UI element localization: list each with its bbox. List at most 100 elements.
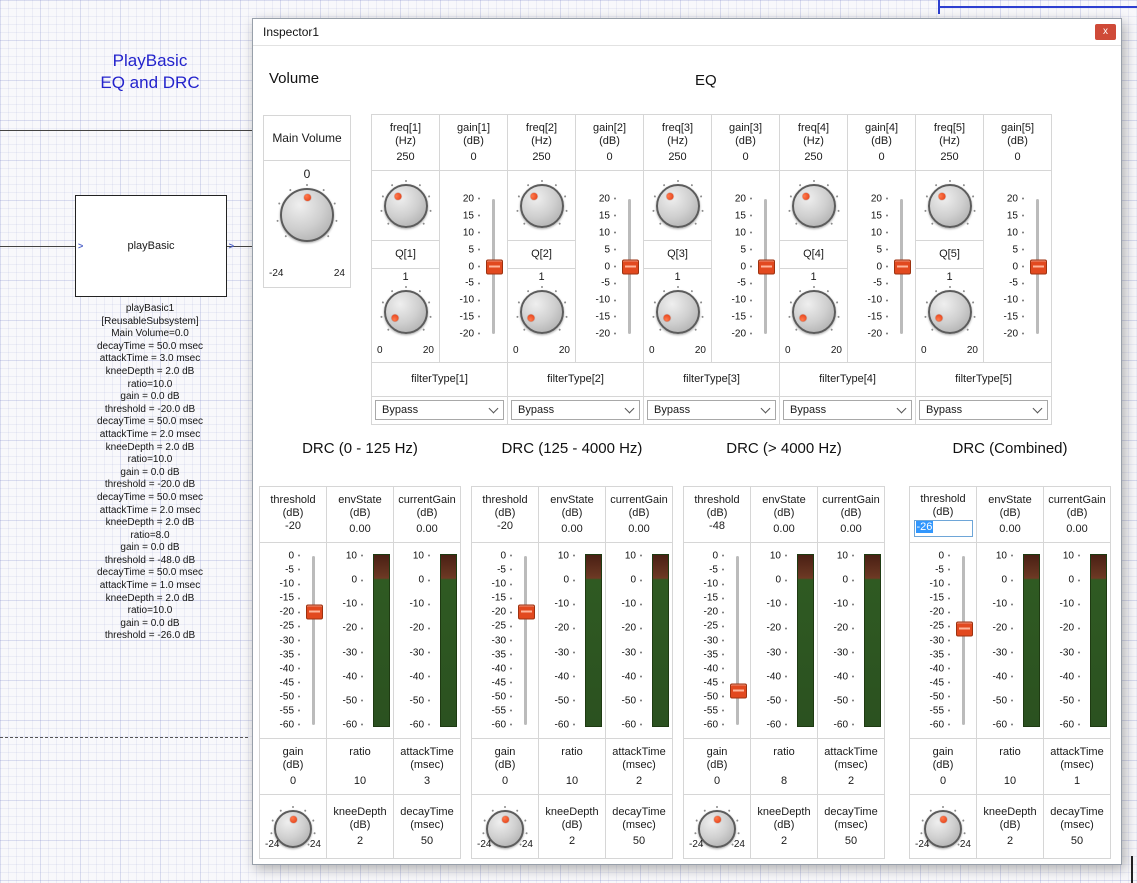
tick-label: -60: [818, 720, 854, 731]
gain-value[interactable]: 0: [878, 151, 884, 164]
slider-handle[interactable]: [622, 259, 639, 274]
slider-handle[interactable]: [956, 622, 973, 637]
tick-label: -10: [984, 295, 1024, 306]
ratio-value[interactable]: 10: [566, 775, 578, 788]
attacktime-value[interactable]: 1: [1074, 775, 1080, 788]
freq-knob[interactable]: [379, 179, 433, 233]
drc-threshold-column: threshold (dB) -20 0-5-10-15-20-25-30-35…: [260, 487, 327, 859]
ratio-value[interactable]: 10: [1004, 775, 1016, 788]
tick-label: -15: [472, 593, 512, 604]
gain-value[interactable]: 0: [714, 775, 720, 788]
gain-value[interactable]: 0: [290, 775, 296, 788]
threshold-slider[interactable]: 0-5-10-15-20-25-30-35-40-45-50-55-60: [684, 543, 750, 738]
threshold-value[interactable]: -48: [709, 520, 725, 532]
close-button[interactable]: x: [1095, 24, 1116, 40]
envstate-meter-cell: 100-10-20-30-40-50-60: [327, 543, 394, 739]
filtertype-dropdown[interactable]: Bypass: [647, 400, 776, 420]
freq-knob[interactable]: [651, 179, 705, 233]
decaytime-value[interactable]: 50: [845, 835, 857, 848]
tick-label: -10: [818, 599, 854, 610]
gain-knob-max-label: 24: [960, 839, 971, 850]
q-knob[interactable]: [923, 285, 977, 339]
q-knob[interactable]: [651, 285, 705, 339]
slider-handle[interactable]: [894, 259, 911, 274]
filtertype-dropdown[interactable]: Bypass: [511, 400, 640, 420]
threshold-header-cell: threshold (dB) -48: [684, 487, 751, 543]
gain-slider[interactable]: 20151050-5-10-15-20: [848, 171, 915, 362]
freq-value[interactable]: 250: [804, 151, 822, 164]
playbasic-block[interactable]: > playBasic >: [75, 195, 227, 297]
ratio-value[interactable]: 8: [781, 775, 787, 788]
drc-table: threshold (dB) -20 0-5-10-15-20-25-30-35…: [471, 486, 673, 859]
slider-track[interactable]: [524, 556, 527, 725]
attacktime-label: attackTime: [1050, 746, 1103, 759]
freq-value[interactable]: 250: [668, 151, 686, 164]
freq-value[interactable]: 250: [532, 151, 550, 164]
threshold-value-field[interactable]: -48: [709, 520, 725, 535]
slider-handle[interactable]: [306, 605, 323, 620]
gain-knob-max-label: 24: [734, 839, 745, 850]
meter-bar: [652, 554, 669, 727]
slider-handle[interactable]: [758, 259, 775, 274]
main-volume-knob[interactable]: [275, 183, 339, 247]
gain-label: gain[4]: [865, 122, 898, 135]
slider-track[interactable]: [312, 556, 315, 725]
kneedepth-cell: kneeDepth (dB) 2: [751, 795, 818, 859]
freq-value[interactable]: 250: [396, 151, 414, 164]
q-knob[interactable]: [787, 285, 841, 339]
gain-slider[interactable]: 20151050-5-10-15-20: [984, 171, 1051, 362]
freq-value[interactable]: 250: [940, 151, 958, 164]
threshold-header-cell: threshold (dB) -20: [472, 487, 539, 543]
kneedepth-unit: (dB): [1000, 819, 1021, 832]
freq-knob[interactable]: [515, 179, 569, 233]
slider-track[interactable]: [736, 556, 739, 725]
threshold-value[interactable]: -20: [285, 520, 301, 532]
threshold-value[interactable]: -20: [497, 520, 513, 532]
gain-value[interactable]: 0: [470, 151, 476, 164]
gain-value[interactable]: 0: [940, 775, 946, 788]
decaytime-value[interactable]: 50: [1071, 835, 1083, 848]
drc-table: threshold (dB) -20 0-5-10-15-20-25-30-35…: [259, 486, 461, 859]
q-knob[interactable]: [515, 285, 569, 339]
gain-slider[interactable]: 20151050-5-10-15-20: [440, 171, 507, 362]
titlebar[interactable]: Inspector1 x: [253, 19, 1121, 46]
decaytime-value[interactable]: 50: [633, 835, 645, 848]
kneedepth-value[interactable]: 2: [569, 835, 575, 848]
slider-handle[interactable]: [1030, 259, 1047, 274]
threshold-value[interactable]: -26: [916, 521, 934, 533]
slider-handle[interactable]: [486, 259, 503, 274]
slider-track[interactable]: [962, 556, 965, 725]
filtertype-dropdown[interactable]: Bypass: [919, 400, 1048, 420]
gain-slider[interactable]: 20151050-5-10-15-20: [576, 171, 643, 362]
freq-knob[interactable]: [923, 179, 977, 233]
slider-handle[interactable]: [518, 605, 535, 620]
filtertype-dropdown[interactable]: Bypass: [375, 400, 504, 420]
attacktime-value[interactable]: 2: [848, 775, 854, 788]
freq-knob[interactable]: [787, 179, 841, 233]
gain-value[interactable]: 0: [502, 775, 508, 788]
tick-label: 15: [712, 210, 752, 221]
decaytime-value[interactable]: 50: [421, 835, 433, 848]
kneedepth-value[interactable]: 2: [781, 835, 787, 848]
freq-knob-cell: [644, 171, 712, 241]
attacktime-value[interactable]: 2: [636, 775, 642, 788]
attacktime-value[interactable]: 3: [424, 775, 430, 788]
threshold-value-field[interactable]: -26: [914, 520, 973, 537]
gain-value[interactable]: 0: [1014, 151, 1020, 164]
threshold-slider[interactable]: 0-5-10-15-20-25-30-35-40-45-50-55-60: [260, 543, 326, 738]
gain-slider[interactable]: 20151050-5-10-15-20: [712, 171, 779, 362]
gain-value[interactable]: 0: [742, 151, 748, 164]
kneedepth-value[interactable]: 2: [357, 835, 363, 848]
filtertype-dropdown[interactable]: Bypass: [783, 400, 912, 420]
threshold-slider[interactable]: 0-5-10-15-20-25-30-35-40-45-50-55-60: [472, 543, 538, 738]
kneedepth-value[interactable]: 2: [1007, 835, 1013, 848]
threshold-slider[interactable]: 0-5-10-15-20-25-30-35-40-45-50-55-60: [910, 543, 976, 738]
envstate-value: 0.00: [999, 523, 1020, 536]
threshold-value-field[interactable]: -20: [497, 520, 513, 535]
threshold-header-cell: threshold (dB) -26: [910, 487, 977, 543]
threshold-value-field[interactable]: -20: [285, 520, 301, 535]
ratio-value[interactable]: 10: [354, 775, 366, 788]
q-knob[interactable]: [379, 285, 433, 339]
gain-value[interactable]: 0: [606, 151, 612, 164]
slider-handle[interactable]: [730, 684, 747, 699]
